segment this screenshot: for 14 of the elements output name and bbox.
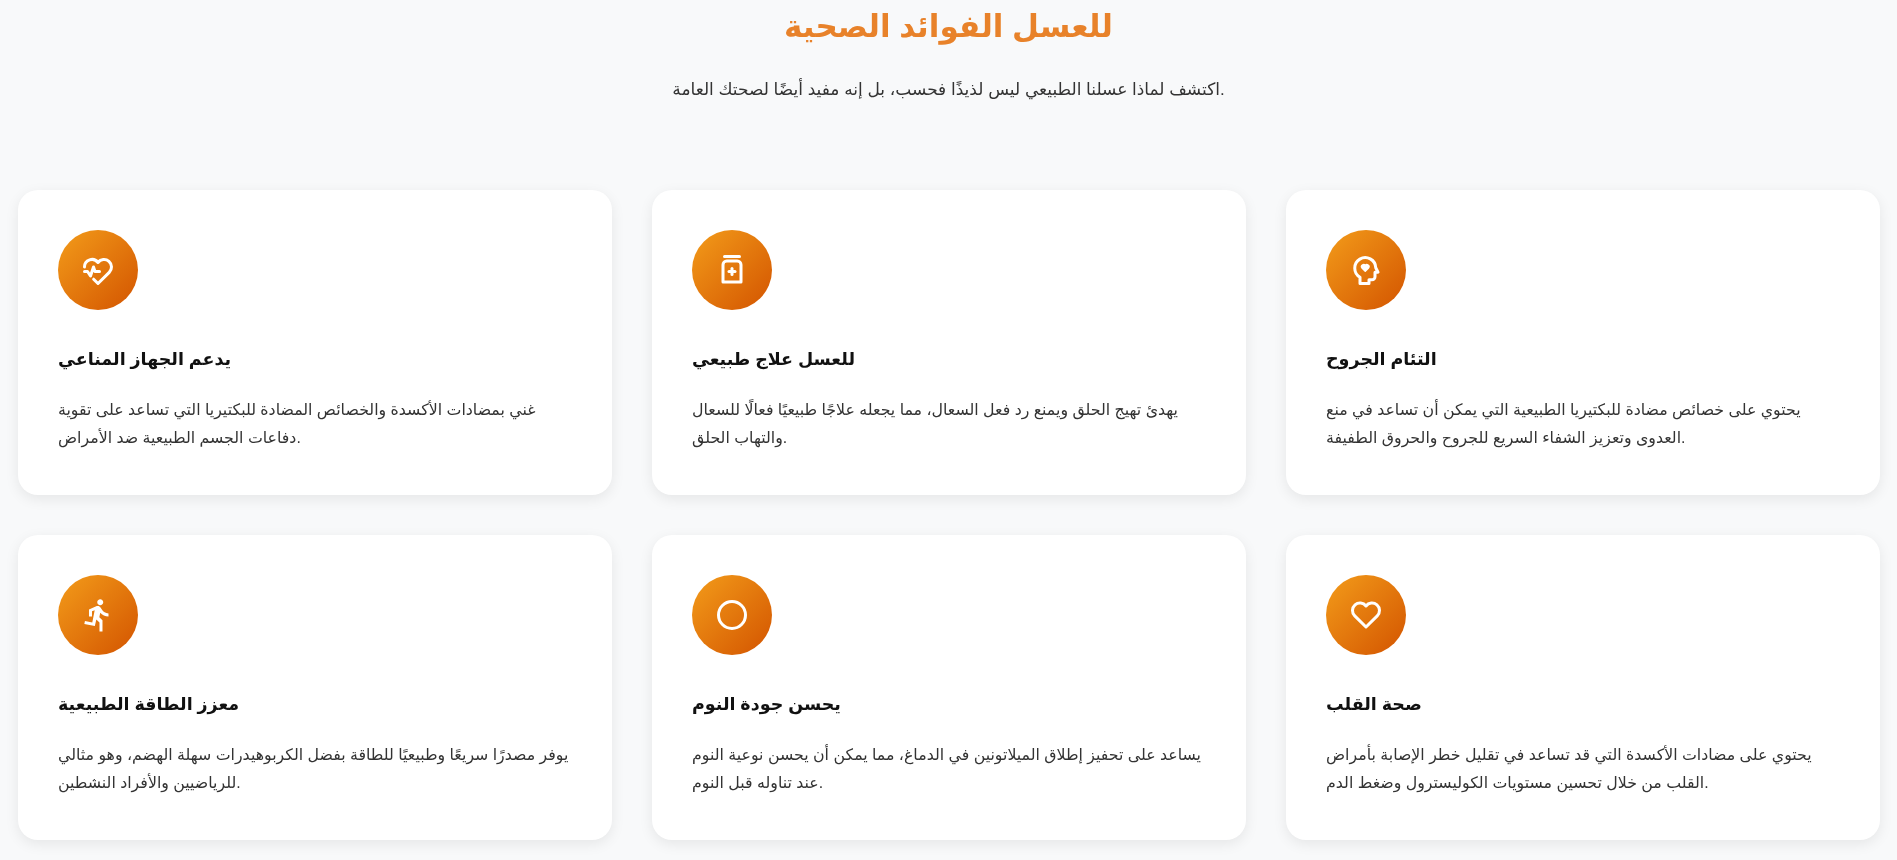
card-description: غني بمضادات الأكسدة والخصائص المضادة للبكتيريا التي تساعد على تقوية دفاعات الجسم الطبيعية ضد الأمراض. bbox=[58, 399, 537, 450]
card-title: التئام الجروح bbox=[1326, 348, 1437, 371]
page-subtitle: اكتشف لماذا عسلنا الطبيعي ليس لذيذًا فحسب، بل إنه مفيد أيضًا لصحتك العامة. bbox=[672, 78, 1225, 102]
card-description: يساعد على تحفيز إطلاق الميلاتونين في الدماغ، مما يمكن أن يحسن نوعية النوم عند تناوله قبل النوم. bbox=[692, 743, 1203, 795]
card-title: معزز الطاقة الطبيعية bbox=[58, 693, 240, 716]
card-description: يحتوي على مضادات الأكسدة التي قد تساعد في تقليل خطر الإصابة بأمراض القلب من خلال تحسين مستويات الكوليسترول وضغط الدم. bbox=[1326, 743, 1813, 795]
card-title: يدعم الجهاز المناعي bbox=[58, 348, 232, 371]
card-description: يحتوي على خصائص مضادة للبكتيريا الطبيعية التي يمكن أن تساعد في منع العدوى وتعزيز الشفاء السريع للجروح والحروق الطفيفة. bbox=[1326, 398, 1802, 450]
card-title: يحسن جودة النوم bbox=[692, 693, 841, 716]
card-description: يهدئ تهيج الحلق ويمنع رد فعل السعال، مما يجعله علاجًا طبيعيًا فعالًا للسعال والتهاب الحلق. bbox=[692, 398, 1179, 450]
card-description: يوفر مصدرًا سريعًا وطبيعيًا للطاقة بفضل الكربوهيدرات سهلة الهضم، وهو مثالي للرياضيين والأفراد النشطين. bbox=[58, 745, 570, 795]
card-title: صحة القلب bbox=[1326, 693, 1422, 716]
card-title: للعسل علاج طبيعي bbox=[692, 348, 855, 371]
page-title: للعسل الفوائد الصحية bbox=[784, 8, 1113, 47]
